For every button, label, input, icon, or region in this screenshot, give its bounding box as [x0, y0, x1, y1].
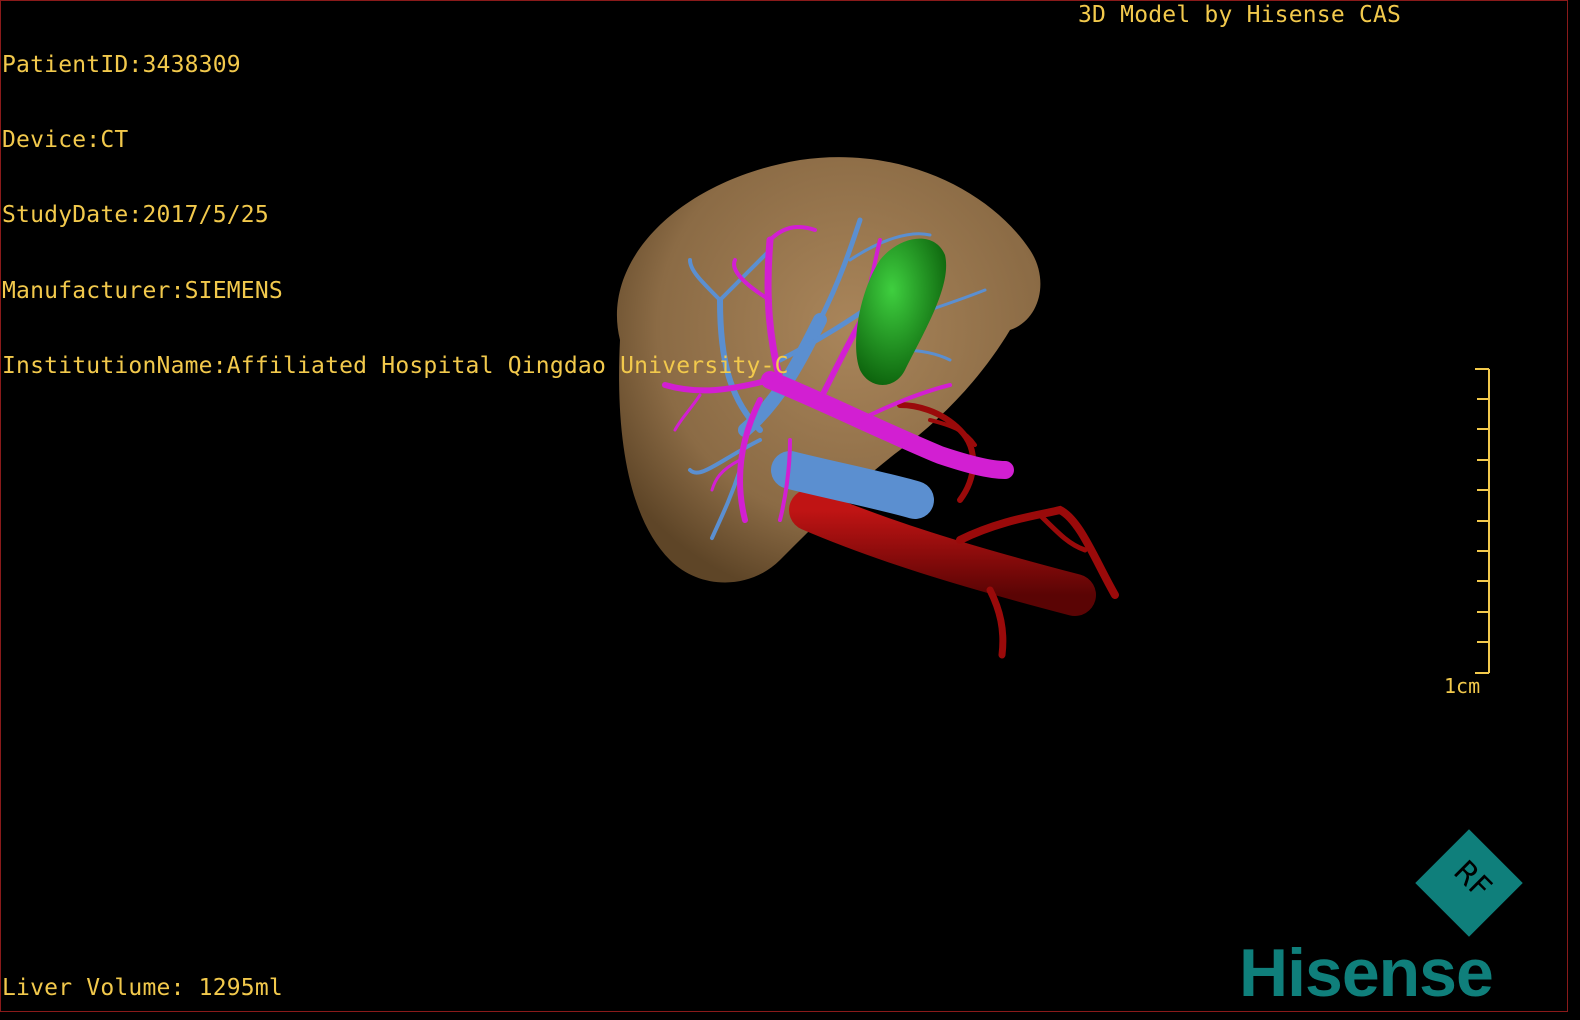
scale-bar-label: 1cm	[1444, 674, 1481, 698]
institution-label: InstitutionName:Affiliated Hospital Qing…	[2, 352, 789, 379]
study-date-label: StudyDate:2017/5/25	[2, 202, 269, 229]
patient-id-label: PatientID:3438309	[2, 52, 241, 78]
hisense-wordmark: Hisense	[1239, 935, 1493, 1008]
scale-bar	[1475, 368, 1490, 674]
study-metadata: PatientID:3438309 Device:CT StudyDate:20…	[2, 3, 789, 404]
liver-volume-label: Liver Volume: 1295ml	[2, 975, 283, 1001]
hisense-logo: RF Hisense	[1239, 829, 1523, 1008]
model-credit-label: 3D Model by Hisense CAS	[1078, 2, 1402, 28]
device-label: Device:CT	[2, 127, 129, 154]
manufacturer-label: Manufacturer:SIEMENS	[2, 277, 283, 304]
